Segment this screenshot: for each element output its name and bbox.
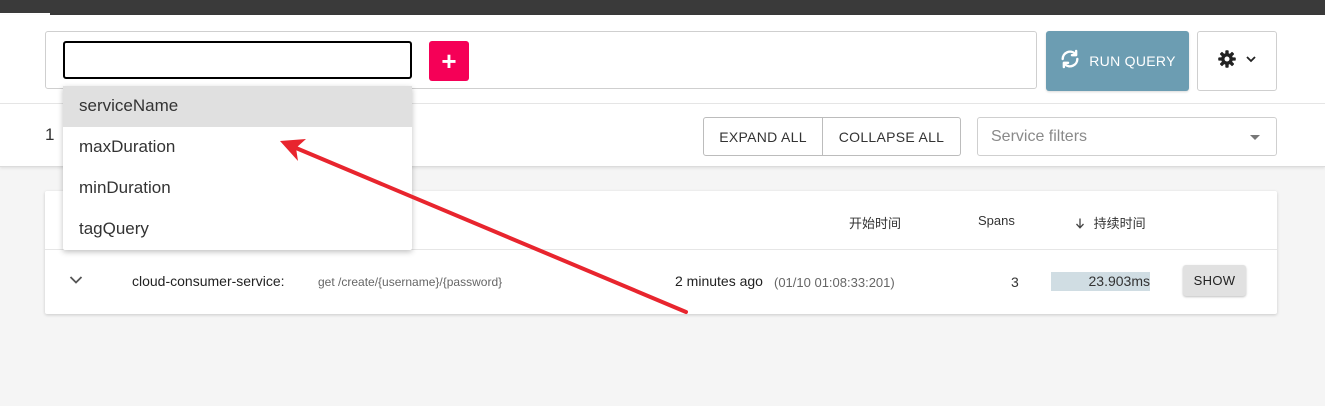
trace-row[interactable]: cloud-consumer-service: get /create/{use… (45, 250, 1277, 314)
show-trace-button[interactable]: SHOW (1183, 265, 1246, 296)
add-criteria-button[interactable]: + (429, 41, 469, 81)
column-header-duration[interactable]: 持续时间 (1075, 213, 1146, 232)
relative-time: 2 minutes ago (675, 273, 763, 289)
expand-collapse-group: EXPAND ALL COLLAPSE ALL (703, 117, 961, 156)
sort-arrow-down-icon (1075, 216, 1094, 231)
suggestion-item[interactable]: serviceName (63, 86, 412, 127)
result-count: 1 (45, 125, 55, 144)
settings-menu-button[interactable] (1197, 31, 1277, 91)
service-name: cloud-consumer-service: (132, 273, 285, 289)
run-query-button[interactable]: RUN QUERY (1046, 31, 1189, 91)
duration-bar: 23.903ms (1051, 272, 1150, 291)
span-count: 3 (1011, 274, 1019, 290)
refresh-icon (1059, 48, 1081, 75)
query-builder: + (45, 31, 1037, 89)
timestamp: (01/10 01:08:33:201) (774, 275, 895, 290)
duration-header-label: 持续时间 (1093, 216, 1146, 231)
service-filter-select[interactable]: Service filters (977, 117, 1277, 156)
top-app-bar (0, 0, 1325, 15)
expand-all-button[interactable]: EXPAND ALL (703, 117, 823, 156)
expand-row-chevron-icon[interactable] (69, 270, 83, 295)
caret-down-icon (1250, 135, 1260, 140)
column-header-spans[interactable]: Spans (978, 213, 1015, 228)
duration-value: 23.903ms (1088, 273, 1150, 289)
autocomplete-dropdown: serviceName maxDuration minDuration tagQ… (63, 86, 412, 250)
column-header-start-time[interactable]: 开始时间 (849, 213, 901, 232)
suggestion-item[interactable]: tagQuery (63, 209, 412, 250)
query-input[interactable] (63, 41, 412, 79)
chevron-down-icon (1245, 52, 1257, 70)
suggestion-item[interactable]: maxDuration (63, 127, 412, 168)
run-query-label: RUN QUERY (1089, 53, 1176, 69)
gear-icon (1217, 49, 1237, 74)
suggestion-item[interactable]: minDuration (63, 168, 412, 209)
service-filter-placeholder: Service filters (991, 128, 1088, 145)
collapse-all-button[interactable]: COLLAPSE ALL (823, 117, 961, 156)
operation-name: get /create/{username}/{password} (318, 275, 503, 289)
